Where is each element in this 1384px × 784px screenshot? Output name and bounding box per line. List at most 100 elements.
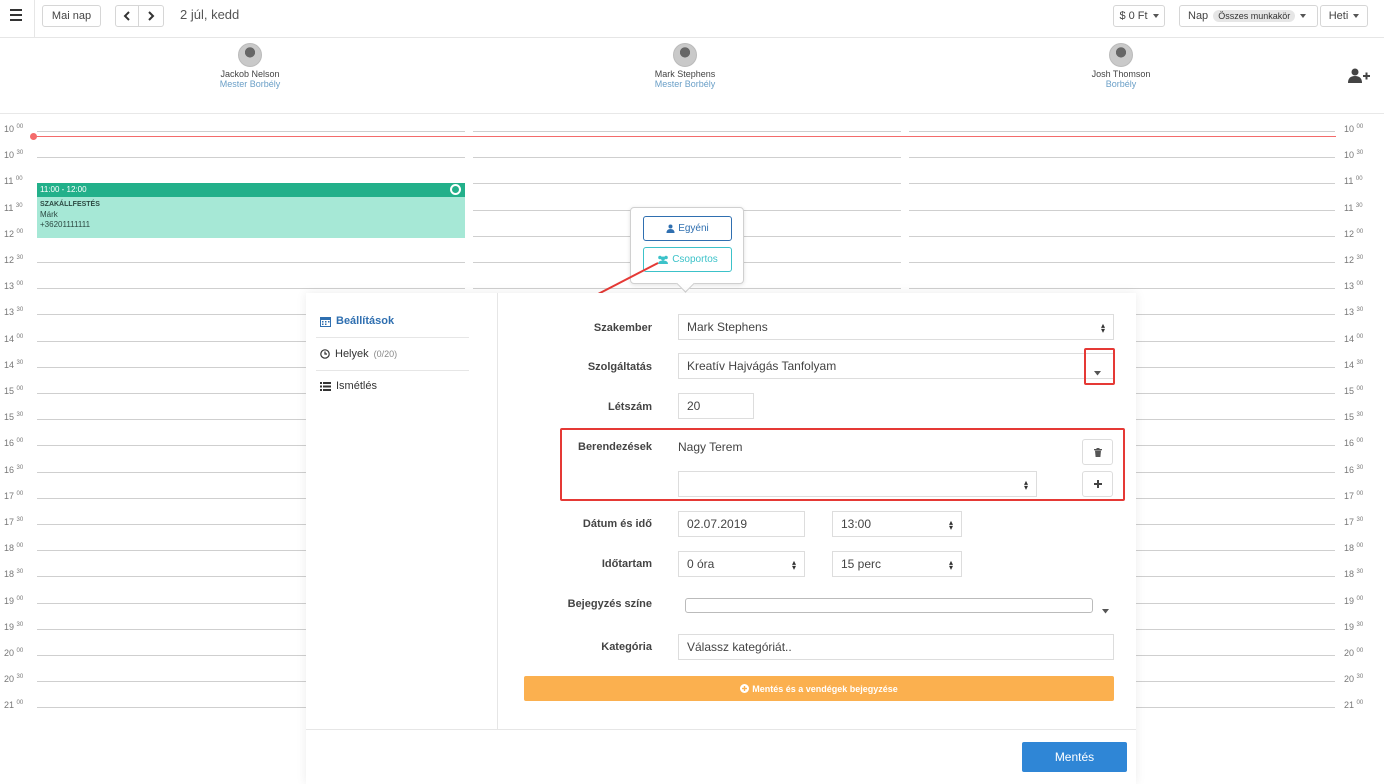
staff-column-header[interactable]: Mark Stephens Mester Borbély <box>625 43 745 89</box>
date-input[interactable]: 02.07.2019 <box>678 511 805 537</box>
minute-text: 30 <box>16 465 24 471</box>
time-label: 19 00 <box>4 596 23 606</box>
time-label: 11 00 <box>4 176 23 186</box>
time-slot[interactable] <box>473 157 901 158</box>
time-slot[interactable] <box>909 157 1335 158</box>
duration-minutes-select[interactable]: 15 perc ▴ ▾ <box>832 551 962 577</box>
sidebar-item-label: Helyek <box>335 348 369 360</box>
hour-text: 15 <box>1344 386 1355 396</box>
prev-day-button[interactable] <box>115 5 139 27</box>
equipment-select[interactable]: ▴ ▾ <box>678 471 1037 497</box>
minute-text: 00 <box>16 648 24 654</box>
time-slot[interactable] <box>473 131 901 132</box>
time-label: 21 00 <box>4 700 23 710</box>
time-label: 19 30 <box>1344 622 1363 632</box>
time-slot[interactable] <box>909 262 1335 263</box>
color-swatch <box>685 597 1093 613</box>
time-label: 17 00 <box>1344 491 1363 501</box>
save-and-register-guests-button[interactable]: Mentés és a vendégek bejegyzése <box>524 676 1114 701</box>
add-equipment-button[interactable] <box>1082 471 1113 497</box>
hour-text: 16 <box>4 438 15 448</box>
specialist-value: Mark Stephens <box>687 320 768 334</box>
hour-text: 16 <box>4 465 15 475</box>
staff-column-header[interactable]: Jackob Nelson Mester Borbély <box>190 43 310 89</box>
hour-text: 14 <box>4 334 15 344</box>
revenue-dropdown[interactable]: $ 0 Ft <box>1113 5 1165 27</box>
revenue-label: $ 0 Ft <box>1119 10 1148 22</box>
select-arrows-icon: ▴ ▾ <box>1100 321 1105 335</box>
service-label: Szolgáltatás <box>587 361 652 373</box>
minute-text: 00 <box>1356 229 1364 235</box>
time-label: 13 30 <box>1344 307 1363 317</box>
staff-column-header[interactable]: Josh Thomson Borbély <box>1061 43 1181 89</box>
time-slot[interactable] <box>909 288 1335 289</box>
category-input[interactable]: Válassz kategóriát.. <box>678 634 1114 660</box>
hour-text: 19 <box>1344 622 1355 632</box>
hour-text: 10 <box>1344 150 1355 160</box>
status-check-icon[interactable] <box>450 184 461 195</box>
hour-text: 18 <box>4 543 15 553</box>
datetime-label: Dátum és idő <box>582 518 652 530</box>
dropdown-arrow-icon <box>1102 603 1109 617</box>
time-slot[interactable] <box>37 262 465 263</box>
time-slot[interactable] <box>909 183 1335 184</box>
headcount-input[interactable]: 20 <box>678 393 754 419</box>
delete-equipment-button[interactable] <box>1082 439 1113 465</box>
hamburger-menu-icon[interactable] <box>8 6 28 28</box>
sidebar-item-places[interactable]: Helyek (0/20) <box>320 348 397 360</box>
time-label: 18 00 <box>4 543 23 553</box>
appointment-card[interactable]: 11:00 - 12:00 SZAKÁLLFESTÉS Márk +362011… <box>37 183 465 238</box>
hour-text: 21 <box>4 700 15 710</box>
time-label: 19 00 <box>1344 596 1363 606</box>
minute-text: 00 <box>1356 124 1364 130</box>
time-slot[interactable] <box>37 131 465 132</box>
places-count: (0/20) <box>373 349 398 359</box>
add-staff-icon[interactable] <box>1348 68 1370 84</box>
sidebar-item-label: Ismétlés <box>336 380 377 392</box>
hour-text: 11 <box>4 203 14 213</box>
time-label: 14 30 <box>4 360 23 370</box>
time-slot[interactable] <box>37 288 465 289</box>
duration-hours-select[interactable]: 0 óra ▴ ▾ <box>678 551 805 577</box>
minute-text: 00 <box>16 124 24 130</box>
save-button[interactable]: Mentés <box>1022 742 1127 772</box>
time-label: 12 30 <box>1344 255 1363 265</box>
view-filter-dropdown[interactable]: Nap Összes munkakör <box>1179 5 1318 27</box>
time-select[interactable]: 13:00 ▴ ▾ <box>832 511 962 537</box>
user-icon <box>666 224 675 233</box>
sidebar-item-repeat[interactable]: Ismétlés <box>320 380 377 392</box>
time-slot[interactable] <box>37 157 465 158</box>
next-day-button[interactable] <box>139 5 164 27</box>
time-slot[interactable] <box>909 210 1335 211</box>
minute-text: 30 <box>16 412 24 418</box>
equipment-value: Nagy Terem <box>678 440 743 454</box>
date-value: 02.07.2019 <box>687 517 748 531</box>
hour-text: 13 <box>1344 281 1355 291</box>
time-label: 16 30 <box>1344 465 1363 475</box>
minute-text: 00 <box>16 438 24 444</box>
time-slot[interactable] <box>909 236 1335 237</box>
staff-name: Jackob Nelson <box>220 69 280 79</box>
single-booking-button[interactable]: Egyéni <box>643 216 732 241</box>
time-value: 13:00 <box>841 517 872 531</box>
sidebar-item-settings[interactable]: Beállítások <box>320 315 394 327</box>
time-slot[interactable] <box>473 183 901 184</box>
today-button[interactable]: Mai nap <box>42 5 101 27</box>
specialist-select[interactable]: Mark Stephens ▴ ▾ <box>678 314 1114 340</box>
select-arrows-icon: ▴ ▾ <box>1023 478 1028 492</box>
hour-text: 12 <box>1344 229 1355 239</box>
hour-text: 19 <box>4 596 15 606</box>
minute-text: 00 <box>1356 596 1364 602</box>
entry-color-picker[interactable] <box>678 592 1114 618</box>
minute-text: 30 <box>1356 360 1364 366</box>
top-bar: Mai nap 2 júl, kedd $ 0 Ft Nap Összes mu… <box>0 0 1384 38</box>
service-select[interactable]: Kreatív Hajvágás Tanfolyam <box>678 353 1114 379</box>
time-label: 18 30 <box>4 569 23 579</box>
minute-text: 30 <box>1356 569 1364 575</box>
week-view-dropdown[interactable]: Heti <box>1320 5 1368 27</box>
minute-text: 30 <box>1355 203 1363 209</box>
hour-text: 13 <box>1344 307 1355 317</box>
time-slot[interactable] <box>909 131 1335 132</box>
time-label: 16 00 <box>4 438 23 448</box>
minute-text: 00 <box>1356 438 1364 444</box>
